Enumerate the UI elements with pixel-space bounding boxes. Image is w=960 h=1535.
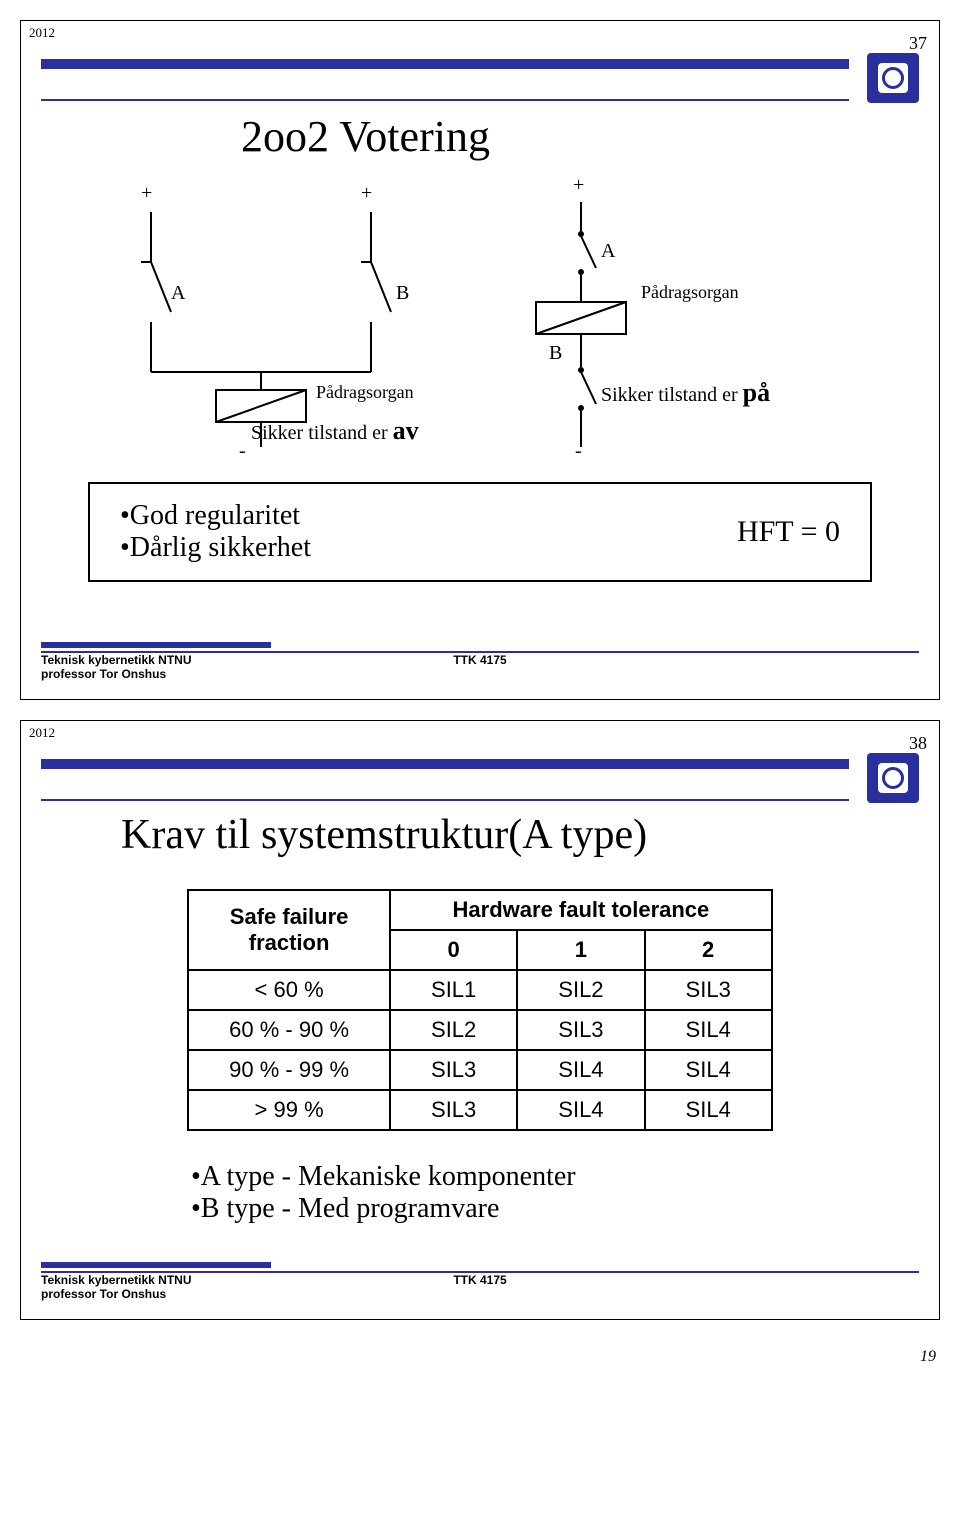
state-text-on: Sikker tilstand er på <box>601 378 770 408</box>
bullet-b-type: •B type - Med programvare <box>191 1193 919 1225</box>
actuator-label: Pådragsorgan <box>316 382 414 403</box>
th-hft: Hardware fault tolerance <box>390 890 772 930</box>
cell: SIL4 <box>645 1090 772 1130</box>
table-row: 90 % - 99 % SIL3 SIL4 SIL4 <box>188 1050 772 1090</box>
table-row: 60 % - 90 % SIL2 SIL3 SIL4 <box>188 1010 772 1050</box>
type-bullets: •A type - Mekaniske komponenter •B type … <box>191 1161 919 1225</box>
year-label: 2012 <box>29 25 55 41</box>
actuator-label: Pådragsorgan <box>641 282 739 303</box>
page-number: 19 <box>0 1340 960 1386</box>
footer-author: professor Tor Onshus <box>41 1287 261 1301</box>
cell: SIL4 <box>645 1050 772 1090</box>
th-col-2: 2 <box>645 930 772 970</box>
footer-affiliation: Teknisk kybernetikk NTNU <box>41 653 261 667</box>
cell: SIL4 <box>645 1010 772 1050</box>
logo-icon <box>867 53 919 103</box>
bullet-a-type: •A type - Mekaniske komponenter <box>191 1161 919 1193</box>
cell: > 99 % <box>188 1090 390 1130</box>
state-text-off: Sikker tilstand er av <box>251 416 419 446</box>
th-sff-line1: Safe failure <box>230 904 349 929</box>
state-on: på <box>743 378 770 407</box>
state-prefix: Sikker tilstand er <box>251 422 388 444</box>
logo-icon <box>867 753 919 803</box>
state-prefix: Sikker tilstand er <box>601 384 738 406</box>
cell: SIL2 <box>517 970 644 1010</box>
plus-sign: + <box>361 182 372 205</box>
cell: < 60 % <box>188 970 390 1010</box>
cell: 90 % - 99 % <box>188 1050 390 1090</box>
footer-course: TTK 4175 <box>261 1273 699 1301</box>
th-sff: Safe failure fraction <box>188 890 390 970</box>
cell: SIL3 <box>645 970 772 1010</box>
hft-label: HFT = 0 <box>737 515 840 549</box>
header-rule <box>41 59 919 103</box>
cell: SIL4 <box>517 1090 644 1130</box>
bullet-regularitet: •God regularitet <box>120 500 311 532</box>
slide-2oo2-votering: 2012 37 2oo2 Votering <box>20 20 940 700</box>
slide-number: 37 <box>909 33 927 54</box>
footer-course: TTK 4175 <box>261 653 699 681</box>
minus-sign: - <box>575 440 582 463</box>
slide-systemstruktur: 2012 38 Krav til systemstruktur(A type) … <box>20 720 940 1320</box>
table-row: < 60 % SIL1 SIL2 SIL3 <box>188 970 772 1010</box>
cell: SIL4 <box>517 1050 644 1090</box>
cell: SIL3 <box>517 1010 644 1050</box>
th-sff-line2: fraction <box>249 930 330 955</box>
table-row: > 99 % SIL3 SIL4 SIL4 <box>188 1090 772 1130</box>
slide-number: 38 <box>909 733 927 754</box>
thin-rule <box>41 99 849 101</box>
contact-a-label: A <box>171 282 185 305</box>
cell: 60 % - 90 % <box>188 1010 390 1050</box>
contact-b-label: B <box>549 342 562 365</box>
slide-title: 2oo2 Votering <box>241 111 919 162</box>
slide-title: Krav til systemstruktur(A type) <box>121 811 919 859</box>
footer-affiliation: Teknisk kybernetikk NTNU <box>41 1273 261 1287</box>
sil-table: Safe failure fraction Hardware fault tol… <box>187 889 773 1131</box>
footer-author: professor Tor Onshus <box>41 667 261 681</box>
minus-sign: - <box>239 440 246 463</box>
bullet-sikkerhet: •Dårlig sikkerhet <box>120 532 311 564</box>
header-rule <box>41 759 919 803</box>
contact-b-label: B <box>396 282 409 305</box>
cell: SIL1 <box>390 970 517 1010</box>
summary-box: •God regularitet •Dårlig sikkerhet HFT =… <box>88 482 872 582</box>
plus-sign: + <box>141 182 152 205</box>
cell: SIL2 <box>390 1010 517 1050</box>
state-off: av <box>393 416 419 445</box>
contact-a-label: A <box>601 240 615 263</box>
th-col-1: 1 <box>517 930 644 970</box>
cell: SIL3 <box>390 1090 517 1130</box>
th-col-0: 0 <box>390 930 517 970</box>
year-label: 2012 <box>29 725 55 741</box>
thick-rule <box>41 59 849 69</box>
footer-rule: Teknisk kybernetikk NTNU professor Tor O… <box>41 1262 919 1301</box>
circuit-diagram: + + + A B A Pådragsorgan Pådragsorgan B … <box>41 172 921 472</box>
cell: SIL3 <box>390 1050 517 1090</box>
footer-rule: Teknisk kybernetikk NTNU professor Tor O… <box>41 642 919 681</box>
plus-sign: + <box>573 174 584 197</box>
